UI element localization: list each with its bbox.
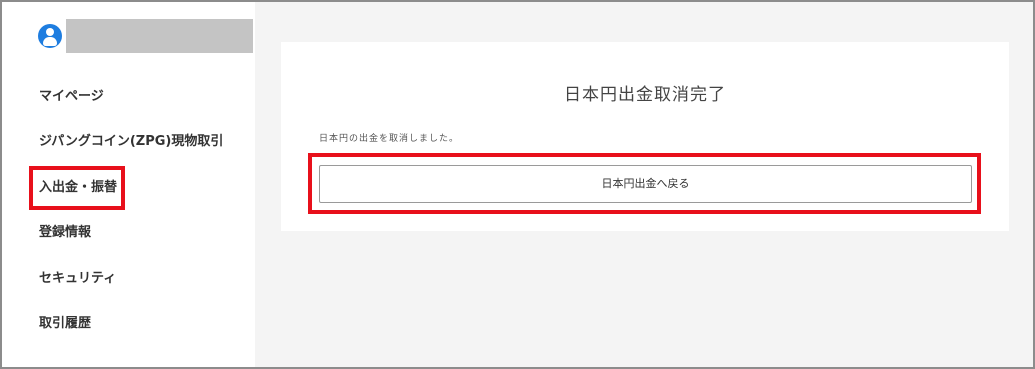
sidebar-item-deposit-withdrawal[interactable]: 入出金・振替 [39,179,117,197]
sidebar-item-security[interactable]: セキュリティ [39,270,116,288]
back-to-withdrawal-button[interactable]: 日本円出金へ戻る [319,165,972,203]
sidebar: マイページ ジパングコイン(ZPG)現物取引 入出金・振替 登録情報 セキュリテ… [2,2,255,367]
user-info [38,19,253,53]
sidebar-item-mypage[interactable]: マイページ [39,88,104,106]
sidebar-item-trade-history[interactable]: 取引履歴 [39,315,91,333]
redacted-user-name [66,19,253,53]
status-message: 日本円の出金を取消しました。 [319,134,460,144]
page-title: 日本円出金取消完了 [564,85,726,105]
user-avatar-icon[interactable] [38,24,62,48]
sidebar-item-zpg-spot-trading[interactable]: ジパングコイン(ZPG)現物取引 [39,133,223,151]
app-window: マイページ ジパングコイン(ZPG)現物取引 入出金・振替 登録情報 セキュリテ… [0,0,1035,369]
content-card: 日本円出金取消完了 日本円の出金を取消しました。 日本円出金へ戻る [281,42,1009,231]
sidebar-item-registration-info[interactable]: 登録情報 [39,224,91,242]
